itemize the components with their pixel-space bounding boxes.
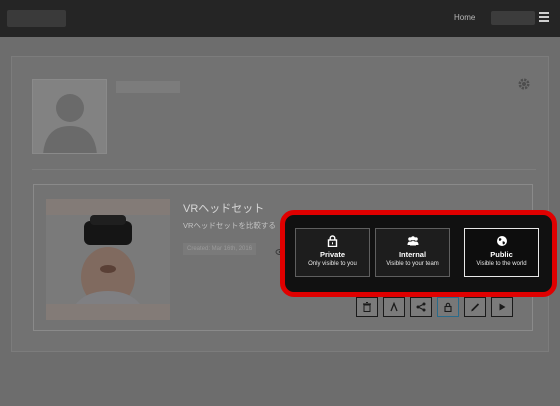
user-menu[interactable]	[491, 11, 535, 25]
share-button[interactable]	[410, 297, 432, 317]
edit-button[interactable]	[464, 297, 486, 317]
share-icon	[416, 302, 426, 312]
nav-home-link[interactable]: Home	[454, 13, 475, 22]
play-button[interactable]	[491, 297, 513, 317]
delete-button[interactable]	[356, 297, 378, 317]
caret-icon	[390, 302, 398, 312]
lock-icon	[444, 302, 452, 312]
rename-button[interactable]	[383, 297, 405, 317]
card-toolbar	[356, 297, 513, 317]
project-thumbnail	[46, 199, 170, 320]
visibility-option-public[interactable]: Public Visible to the world	[464, 228, 539, 277]
pencil-icon	[471, 303, 480, 312]
visibility-option-private[interactable]: Private Only visible to you	[295, 228, 370, 277]
globe-icon	[496, 236, 507, 246]
option-sublabel: Visible to your team	[386, 261, 439, 267]
app-logo[interactable]	[7, 10, 66, 27]
gear-icon[interactable]	[517, 77, 531, 91]
lock-icon	[327, 235, 338, 247]
option-sublabel: Only visible to you	[308, 261, 357, 267]
hamburger-menu-icon[interactable]	[539, 12, 549, 22]
option-sublabel: Visible to the world	[476, 261, 527, 267]
trash-icon	[363, 302, 371, 312]
divider	[32, 169, 536, 170]
project-description: VRヘッドセットを比較する	[183, 221, 276, 230]
user-name	[116, 81, 180, 93]
visibility-option-internal[interactable]: Internal Visible to your team	[375, 228, 450, 277]
created-date-badge: Created: Mar 16th, 2016	[183, 243, 257, 255]
option-label: Public	[490, 250, 513, 259]
visibility-popup: Private Only visible to you Internal Vis…	[280, 210, 557, 297]
option-label: Internal	[398, 250, 427, 259]
avatar	[32, 79, 107, 154]
profile-panel: VRヘッドセット VRヘッドセットを比較する Created: Mar 16th…	[11, 56, 549, 352]
team-icon	[407, 236, 418, 246]
visibility-button[interactable]	[437, 297, 459, 317]
top-navbar: Home	[0, 0, 560, 37]
project-title[interactable]: VRヘッドセット	[183, 200, 264, 216]
option-label: Private	[319, 250, 346, 259]
play-icon	[499, 303, 506, 311]
thumbnail-bottom-band	[46, 304, 170, 320]
